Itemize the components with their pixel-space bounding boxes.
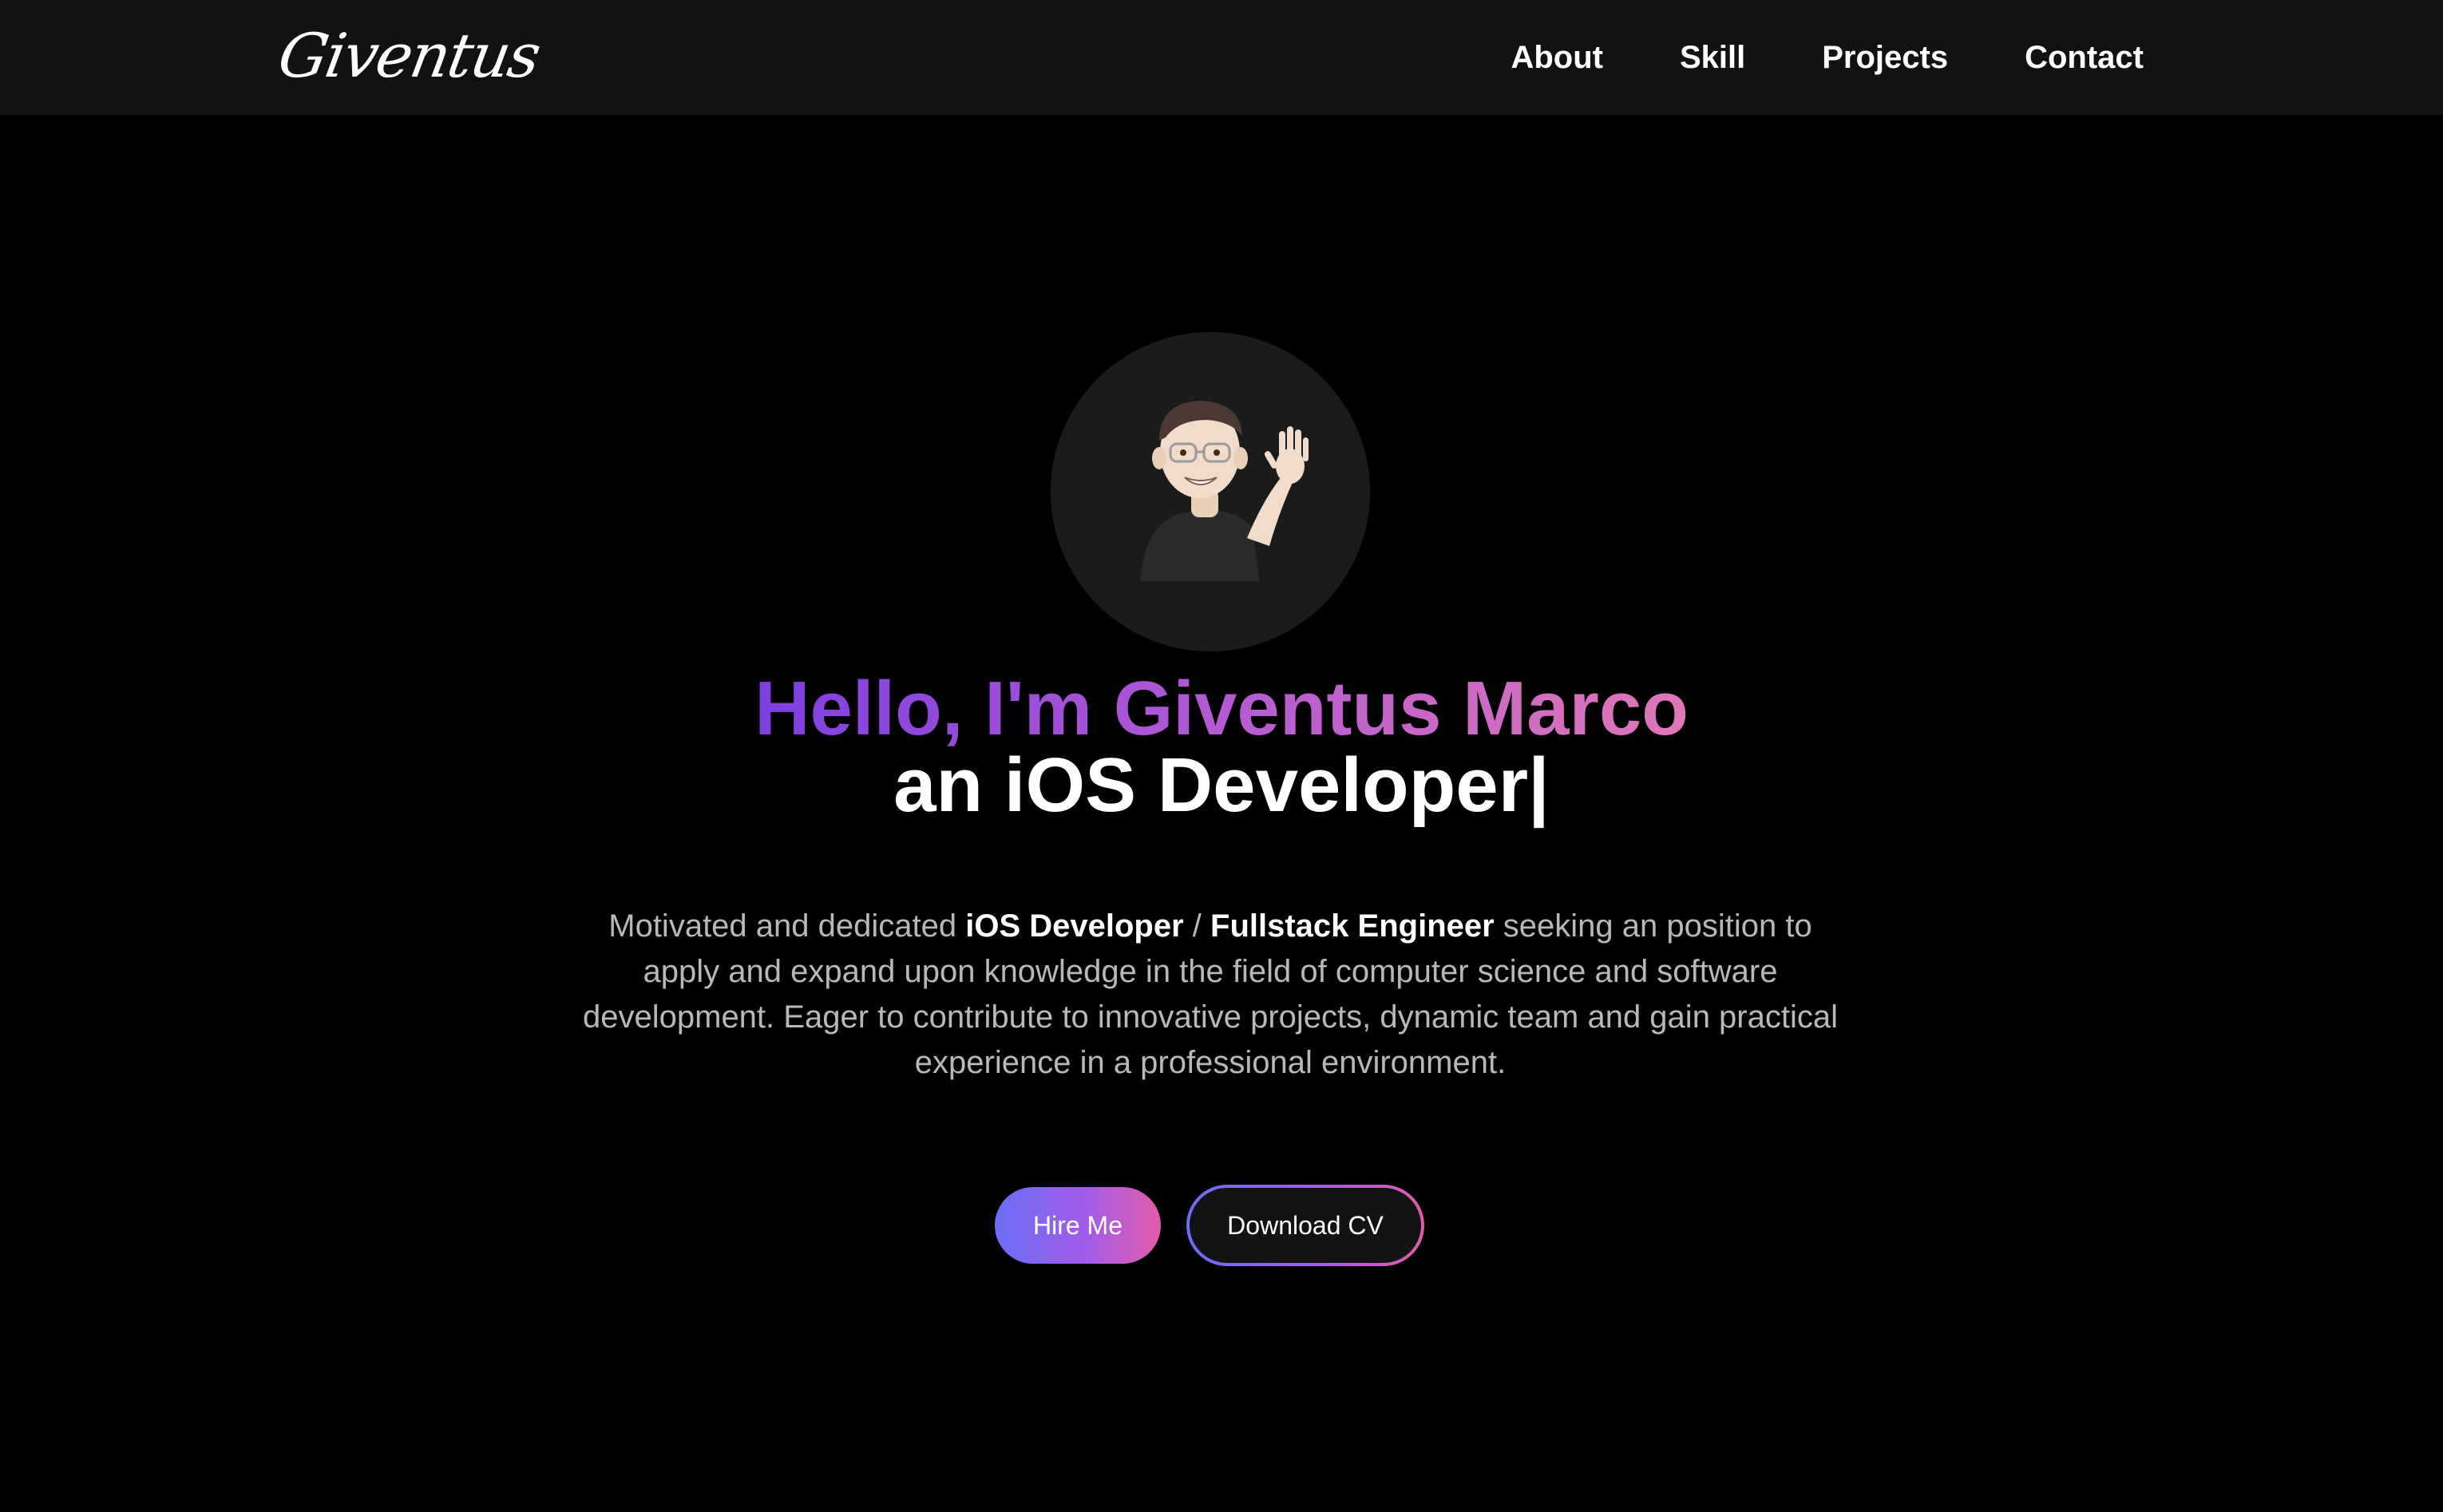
greeting-heading: Hello, I'm Giventus Marco [0, 671, 2443, 747]
avatar [1051, 332, 1370, 651]
nav-link-skill[interactable]: Skill [1680, 40, 1745, 76]
logo-text: Giventus [273, 20, 545, 91]
description-separator: / [1183, 908, 1211, 944]
hero-section: Hello, I'm Giventus Marco an iOS Develop… [0, 115, 2443, 1512]
nav-link-about[interactable]: About [1511, 40, 1603, 76]
nav-link-contact[interactable]: Contact [2025, 40, 2144, 76]
role-heading: an iOS Developer| [893, 742, 1550, 828]
nav-link-projects[interactable]: Projects [1822, 40, 1948, 76]
description-bold-fullstack-engineer: Fullstack Engineer [1210, 908, 1495, 944]
description-text-1: Motivated and dedicated [608, 908, 966, 944]
navbar: Giventus About Skill Projects Contact [0, 0, 2443, 115]
greeting-text: Hello, I'm Giventus Marco [754, 666, 1689, 751]
intro-description: Motivated and dedicated iOS Developer / … [567, 904, 1854, 1086]
download-cv-label: Download CV [1190, 1188, 1421, 1263]
hire-me-button[interactable]: Hire Me [995, 1187, 1161, 1264]
memoji-avatar-icon [1140, 401, 1309, 581]
description-bold-ios-developer: iOS Developer [965, 908, 1184, 944]
download-cv-button[interactable]: Download CV [1186, 1185, 1424, 1266]
hero-buttons: Hire Me Download CV [995, 1185, 1424, 1266]
nav-links: About Skill Projects Contact [1511, 0, 2144, 115]
logo[interactable]: Giventus [273, 18, 544, 94]
